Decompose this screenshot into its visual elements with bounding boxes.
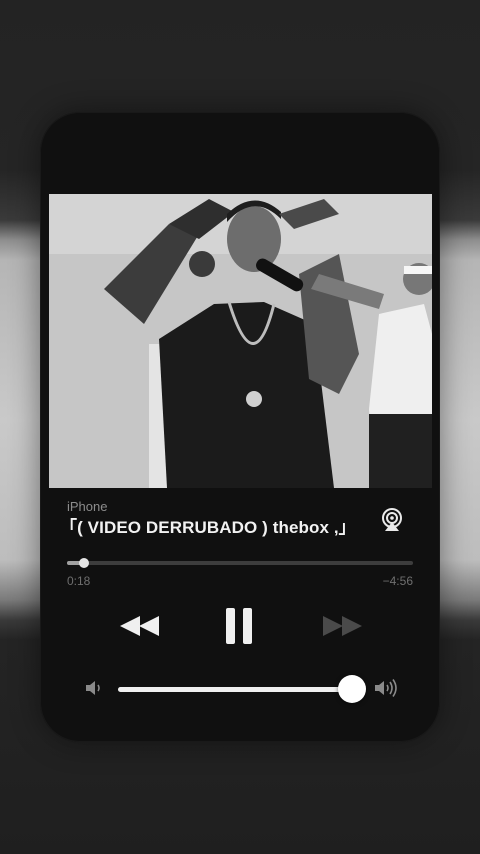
speaker-high-icon (373, 678, 401, 698)
rewind-button[interactable] (116, 609, 164, 643)
pause-icon (226, 608, 252, 644)
output-device-label: iPhone (67, 499, 108, 514)
track-title-marquee: 「( VIDEO DERRUBADO ) thebox ,」 (60, 516, 370, 540)
volume-fill (118, 687, 352, 692)
progress-thumb[interactable] (79, 558, 90, 568)
rewind-icon (120, 616, 159, 636)
speaker-low-icon (84, 678, 104, 698)
video-artwork (49, 194, 432, 488)
elapsed-time: 0:18 (67, 574, 91, 588)
volume-thumb[interactable] (338, 675, 366, 703)
progress-scrubber[interactable] (67, 558, 413, 568)
pause-button[interactable] (221, 606, 259, 646)
now-playing-card: iPhone 「( VIDEO DERRUBADO ) thebox ,」 0:… (40, 112, 440, 742)
fast-forward-icon (323, 616, 362, 636)
airplay-icon[interactable] (378, 506, 406, 534)
volume-slider[interactable] (118, 675, 366, 703)
track-title: 「( VIDEO DERRUBADO ) thebox ,」 (60, 518, 356, 537)
remaining-time: −4:56 (382, 574, 413, 588)
fast-forward-button[interactable] (318, 609, 366, 643)
